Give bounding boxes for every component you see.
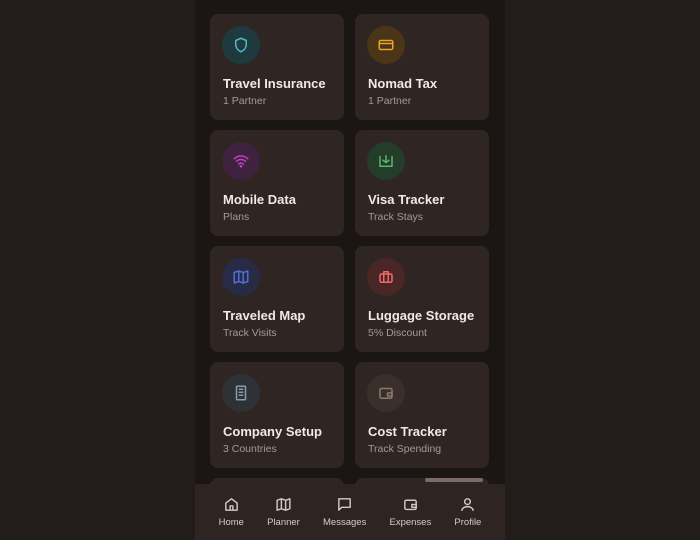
- nav-planner[interactable]: Planner: [267, 496, 300, 528]
- card-subtitle: 3 Countries: [223, 443, 277, 455]
- map-icon: [222, 258, 260, 296]
- card-title: Nomad Tax: [368, 76, 438, 91]
- services-grid: Travel Insurance 1 Partner Nomad Tax 1 P…: [210, 14, 490, 518]
- card-title: Luggage Storage: [368, 308, 475, 323]
- nav-label: Expenses: [389, 517, 432, 528]
- shield-icon: [222, 26, 260, 64]
- card-subtitle: Plans: [223, 211, 250, 223]
- building-icon: [222, 374, 260, 412]
- partial-pill: [425, 478, 483, 482]
- credit-card-icon: [367, 26, 405, 64]
- card-title: Mobile Data: [223, 192, 296, 207]
- card-subtitle: 1 Partner: [223, 95, 267, 107]
- card-traveled-map[interactable]: Traveled Map Track Visits: [210, 246, 344, 352]
- message-icon: [338, 498, 352, 511]
- wallet-icon: [367, 374, 405, 412]
- card-subtitle: Track Stays: [368, 211, 424, 223]
- card-title: Cost Tracker: [368, 424, 447, 439]
- wallet-icon: [403, 499, 417, 511]
- download-box-icon: [367, 142, 405, 180]
- card-cost-tracker[interactable]: Cost Tracker Track Spending: [355, 362, 489, 468]
- card-luggage-storage[interactable]: Luggage Storage 5% Discount: [355, 246, 489, 352]
- card-subtitle: Track Spending: [368, 443, 442, 455]
- home-icon: [224, 498, 238, 511]
- card-visa-tracker[interactable]: Visa Tracker Track Stays: [355, 130, 489, 236]
- nav-messages[interactable]: Messages: [323, 496, 366, 528]
- card-subtitle: Track Visits: [223, 327, 277, 339]
- nav-home[interactable]: Home: [219, 496, 244, 528]
- wifi-icon: [222, 142, 260, 180]
- nav-label: Planner: [267, 517, 300, 528]
- card-subtitle: 1 Partner: [368, 95, 412, 107]
- card-title: Traveled Map: [223, 308, 306, 323]
- map-icon: [276, 498, 291, 511]
- nav-profile[interactable]: Profile: [454, 496, 481, 528]
- phone-screen: Travel Insurance 1 Partner Nomad Tax 1 P…: [195, 0, 505, 540]
- user-icon: [461, 498, 475, 511]
- card-subtitle: 5% Discount: [368, 327, 427, 339]
- bottom-nav: Home Planner Messages Expenses Profile: [195, 484, 505, 540]
- luggage-icon: [367, 258, 405, 296]
- nav-label: Profile: [454, 517, 482, 528]
- card-title: Travel Insurance: [223, 76, 326, 91]
- card-nomad-tax[interactable]: Nomad Tax 1 Partner: [355, 14, 489, 120]
- card-company-setup[interactable]: Company Setup 3 Countries: [210, 362, 344, 468]
- card-mobile-data[interactable]: Mobile Data Plans: [210, 130, 344, 236]
- card-title: Visa Tracker: [368, 192, 445, 207]
- nav-expenses[interactable]: Expenses: [389, 496, 432, 528]
- card-travel-insurance[interactable]: Travel Insurance 1 Partner: [210, 14, 344, 120]
- nav-label: Messages: [323, 517, 367, 528]
- nav-label: Home: [218, 517, 244, 528]
- card-title: Company Setup: [223, 424, 322, 439]
